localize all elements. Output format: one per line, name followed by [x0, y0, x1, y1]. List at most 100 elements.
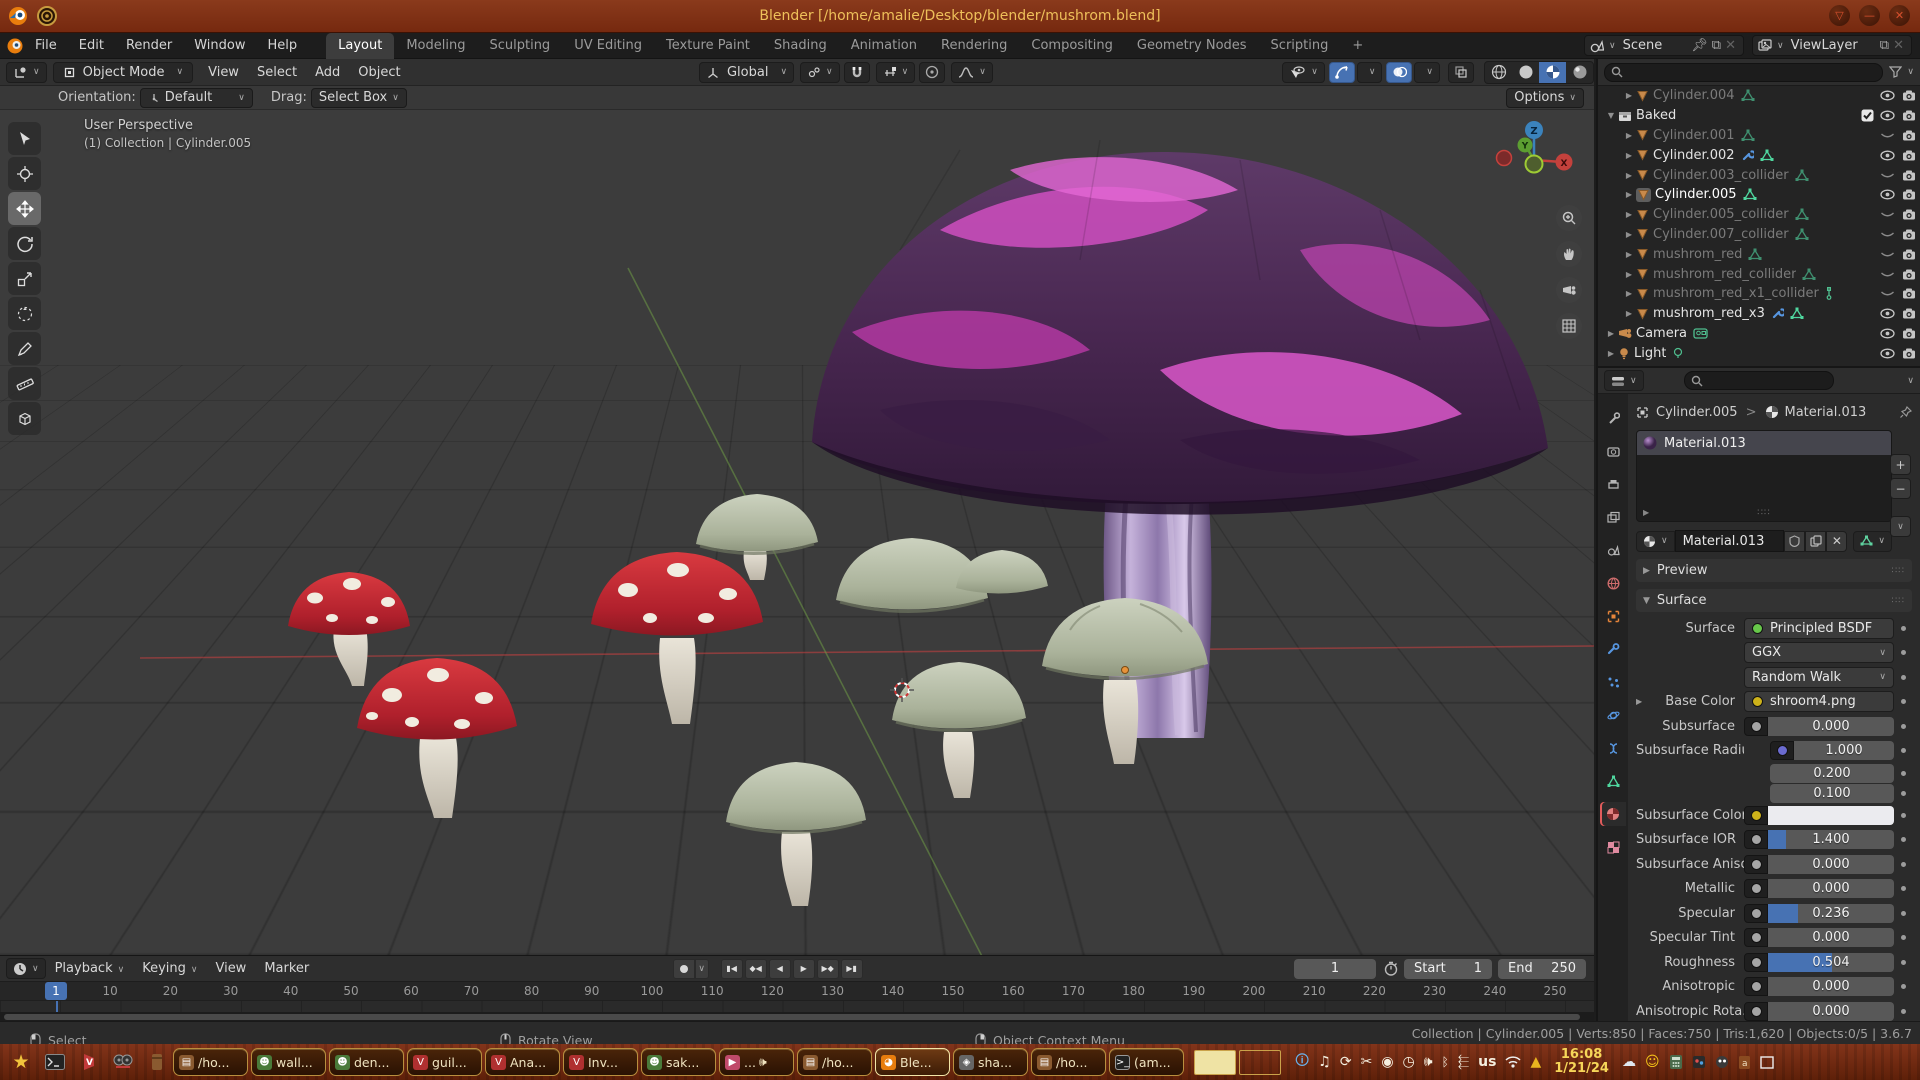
minimize-button[interactable]: —: [1859, 5, 1880, 26]
viewport-canvas[interactable]: User Perspective (1) Collection | Cylind…: [0, 110, 1594, 955]
eye-closed-icon[interactable]: [1880, 288, 1895, 299]
render-visibility-icon[interactable]: [1902, 170, 1916, 181]
move-tool[interactable]: [8, 192, 41, 225]
unlink-material-button[interactable]: ✕: [1826, 531, 1847, 552]
properties-tab-modifiers[interactable]: [1600, 637, 1626, 661]
render-visibility-icon[interactable]: [1902, 229, 1916, 240]
workspace-tab-layout[interactable]: Layout: [326, 33, 394, 59]
value-slider[interactable]: 0.000: [1768, 928, 1894, 947]
breadcrumb-object[interactable]: Cylinder.005: [1656, 405, 1738, 420]
new-material-button[interactable]: [1805, 531, 1826, 552]
new-copy-icon[interactable]: ⧉: [1880, 38, 1889, 53]
keyframe-dot[interactable]: [1894, 813, 1912, 818]
workspace-tab-uv-editing[interactable]: UV Editing: [562, 33, 654, 59]
end-frame-field[interactable]: End250: [1498, 959, 1586, 979]
viewport-menu-view[interactable]: View: [199, 65, 248, 80]
render-visibility-icon[interactable]: [1902, 209, 1916, 220]
zoom-icon[interactable]: [1556, 205, 1582, 231]
properties-tab-particles[interactable]: [1600, 670, 1626, 694]
preview-range-icon[interactable]: [1384, 961, 1398, 976]
add-cube-tool[interactable]: [8, 402, 41, 435]
property-widget[interactable]: 0.000: [1744, 717, 1894, 736]
keyframe-dot[interactable]: [1894, 862, 1912, 867]
outliner-row[interactable]: ▶mushrom_red_x3: [1598, 304, 1920, 324]
keyframe-dot[interactable]: [1894, 675, 1912, 680]
remove-icon[interactable]: ✕: [1893, 38, 1904, 53]
property-widget[interactable]: 0.504: [1744, 953, 1894, 972]
keyframe-dot[interactable]: [1894, 837, 1912, 842]
render-visibility-icon[interactable]: [1902, 249, 1916, 260]
render-visibility-icon[interactable]: [1902, 328, 1916, 339]
eye-open-icon[interactable]: [1880, 189, 1895, 200]
outliner-row[interactable]: ▶Cylinder.002: [1598, 145, 1920, 165]
tray-gimp-icon[interactable]: [1715, 1055, 1729, 1069]
eye-closed-icon[interactable]: [1880, 209, 1895, 220]
properties-tab-scene[interactable]: [1600, 538, 1626, 562]
property-widget[interactable]: 0.000: [1744, 977, 1894, 996]
tray-music-icon[interactable]: ♫: [1318, 1054, 1331, 1070]
ortho-grid-icon[interactable]: [1556, 313, 1582, 339]
next-keyframe-button[interactable]: ▶◆: [817, 959, 839, 979]
add-workspace-button[interactable]: +: [1340, 33, 1375, 59]
workspace-tab-geometry-nodes[interactable]: Geometry Nodes: [1125, 33, 1259, 59]
value-slider[interactable]: 0.504: [1768, 953, 1894, 972]
value-slider[interactable]: 0.000: [1768, 977, 1894, 996]
falloff-dropdown[interactable]: ∨: [951, 62, 993, 83]
tray-warning-icon[interactable]: ▲: [1530, 1054, 1541, 1070]
eye-open-icon[interactable]: [1880, 348, 1895, 359]
menu-edit[interactable]: Edit: [68, 33, 115, 59]
viewlayer-selector[interactable]: ∨ ViewLayer ⧉ ✕: [1752, 35, 1912, 56]
material-slot-item[interactable]: Material.013: [1637, 431, 1891, 455]
property-widget[interactable]: 1.400: [1744, 830, 1894, 849]
property-widget[interactable]: 0.000: [1744, 879, 1894, 898]
keyframe-dot[interactable]: [1894, 911, 1912, 916]
taskbar-window-[interactable]: ▶... 🕪: [719, 1048, 794, 1076]
property-widget[interactable]: 0.236: [1744, 904, 1894, 923]
menu-file[interactable]: File: [24, 33, 68, 59]
outliner-row[interactable]: ▶Cylinder.005: [1598, 185, 1920, 205]
render-visibility-icon[interactable]: [1902, 308, 1916, 319]
taskbar-window-ho[interactable]: ▤/ho...: [797, 1048, 872, 1076]
workspace-tab-scripting[interactable]: Scripting: [1259, 33, 1341, 59]
pin-icon[interactable]: 📌︎: [1691, 38, 1708, 53]
outliner-row[interactable]: ▶Cylinder.001: [1598, 126, 1920, 146]
render-visibility-icon[interactable]: [1902, 269, 1916, 280]
taskbar-window-ana[interactable]: VAna...: [485, 1048, 560, 1076]
viewport-menu-add[interactable]: Add: [306, 65, 349, 80]
marker-menu[interactable]: Marker: [255, 961, 318, 976]
app-menu-icon[interactable]: [6, 37, 24, 55]
workspace-tab-shading[interactable]: Shading: [762, 33, 839, 59]
pivot-dropdown[interactable]: ∨: [800, 62, 840, 83]
eye-open-icon[interactable]: [1880, 110, 1895, 121]
taskbar-window-inv[interactable]: VInv...: [563, 1048, 638, 1076]
proportional-edit-toggle[interactable]: [919, 62, 945, 83]
tray-volume-icon[interactable]: 🕪: [1424, 1054, 1433, 1070]
value-slider[interactable]: 0.000: [1768, 1002, 1894, 1021]
properties-tab-output[interactable]: [1600, 472, 1626, 496]
fake-user-button[interactable]: [1784, 531, 1805, 552]
property-widget[interactable]: 0.100: [1770, 784, 1894, 803]
xray-toggle[interactable]: [1448, 62, 1474, 83]
tray-scissors-icon[interactable]: ✂: [1361, 1054, 1373, 1070]
window-titlebar[interactable]: Blender [/home/amalie/Desktop/blender/mu…: [0, 0, 1920, 33]
preview-panel-header[interactable]: ▶ Preview ∷∷: [1636, 559, 1912, 582]
render-visibility-icon[interactable]: [1902, 288, 1916, 299]
taskbar-window-ho[interactable]: ▤/ho...: [1031, 1048, 1106, 1076]
material-name-field[interactable]: Material.013: [1675, 530, 1785, 552]
node-link-button[interactable]: Principled BSDF: [1744, 618, 1894, 639]
outliner-row[interactable]: ▶Light: [1598, 343, 1920, 363]
slot-specials-button[interactable]: ∨: [1890, 516, 1911, 537]
keyframe-dot[interactable]: [1894, 1009, 1912, 1014]
property-widget[interactable]: [1744, 806, 1894, 825]
workspace-tab-sculpting[interactable]: Sculpting: [477, 33, 562, 59]
properties-search-input[interactable]: [1684, 371, 1834, 390]
tray-bluetooth-icon[interactable]: ᛒ: [1442, 1054, 1449, 1070]
browse-material-button[interactable]: ∨: [1636, 531, 1675, 552]
visibility-dropdown[interactable]: ∨: [1282, 62, 1325, 83]
properties-tab-render[interactable]: [1600, 439, 1626, 463]
jump-start-button[interactable]: ▮◀: [721, 959, 743, 979]
properties-tab-object-data[interactable]: [1600, 769, 1626, 793]
outliner-row[interactable]: ▶mushrom_red: [1598, 244, 1920, 264]
workspace-tab-compositing[interactable]: Compositing: [1019, 33, 1125, 59]
value-slider[interactable]: 0.100: [1770, 784, 1894, 803]
